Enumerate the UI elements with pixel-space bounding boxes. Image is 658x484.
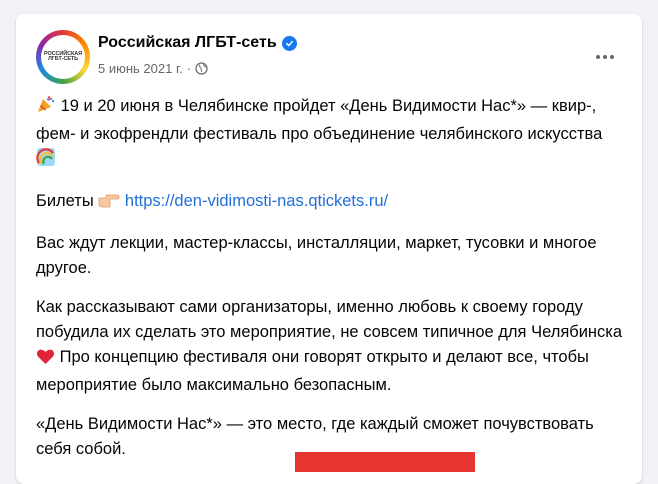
tickets-label: Билеты (36, 192, 94, 210)
tickets-link[interactable]: https://den-vidimosti-nas.qtickets.ru/ (125, 192, 388, 210)
more-dots-icon (596, 55, 600, 59)
organizers-text-end: Про концепцию фестиваля они говорят откр… (36, 348, 589, 394)
meta-separator: · (186, 61, 192, 76)
party-popper-icon (36, 94, 56, 122)
paragraph-organizers: Как рассказывают сами организаторы, имен… (36, 295, 626, 398)
more-options-button[interactable] (590, 42, 620, 72)
post-text: 19 и 20 июня в Челябинске пройдет «День … (36, 94, 626, 476)
pointing-right-icon (98, 191, 120, 217)
red-heart-icon (36, 348, 55, 373)
post-date[interactable]: 5 июнь 2021 г. (98, 61, 183, 76)
paragraph-program: Вас ждут лекции, мастер-классы, инсталля… (36, 234, 597, 277)
image-preview-edge (295, 452, 475, 472)
post-card: РОССИЙСКАЯ ЛГБТ-СЕТЬ Российская ЛГБТ-сет… (16, 14, 642, 484)
page-name: Российская ЛГБТ-сеть (98, 34, 277, 51)
globe-icon[interactable] (195, 62, 208, 75)
rainbow-icon (36, 147, 56, 175)
post-header: РОССИЙСКАЯ ЛГБТ-СЕТЬ Российская ЛГБТ-сет… (36, 30, 626, 88)
post-meta: 5 июнь 2021 г. · (98, 61, 208, 76)
paragraph-intro: 19 и 20 июня в Челябинске пройдет «День … (36, 94, 626, 175)
page-avatar[interactable]: РОССИЙСКАЯ ЛГБТ-СЕТЬ (36, 30, 90, 84)
paragraph-tickets: Билеты https://den-vidimosti-nas.qticket… (36, 189, 626, 217)
verified-badge-icon (281, 35, 297, 51)
organizers-text-start: Как рассказывают сами организаторы, имен… (36, 298, 623, 341)
avatar-logo: РОССИЙСКАЯ ЛГБТ-СЕТЬ (41, 35, 85, 79)
page-name-link[interactable]: Российская ЛГБТ-сеть (98, 34, 297, 52)
intro-text: 19 и 20 июня в Челябинске пройдет «День … (36, 97, 603, 143)
avatar-logo-line-2: ЛГБТ-СЕТЬ (47, 56, 79, 62)
